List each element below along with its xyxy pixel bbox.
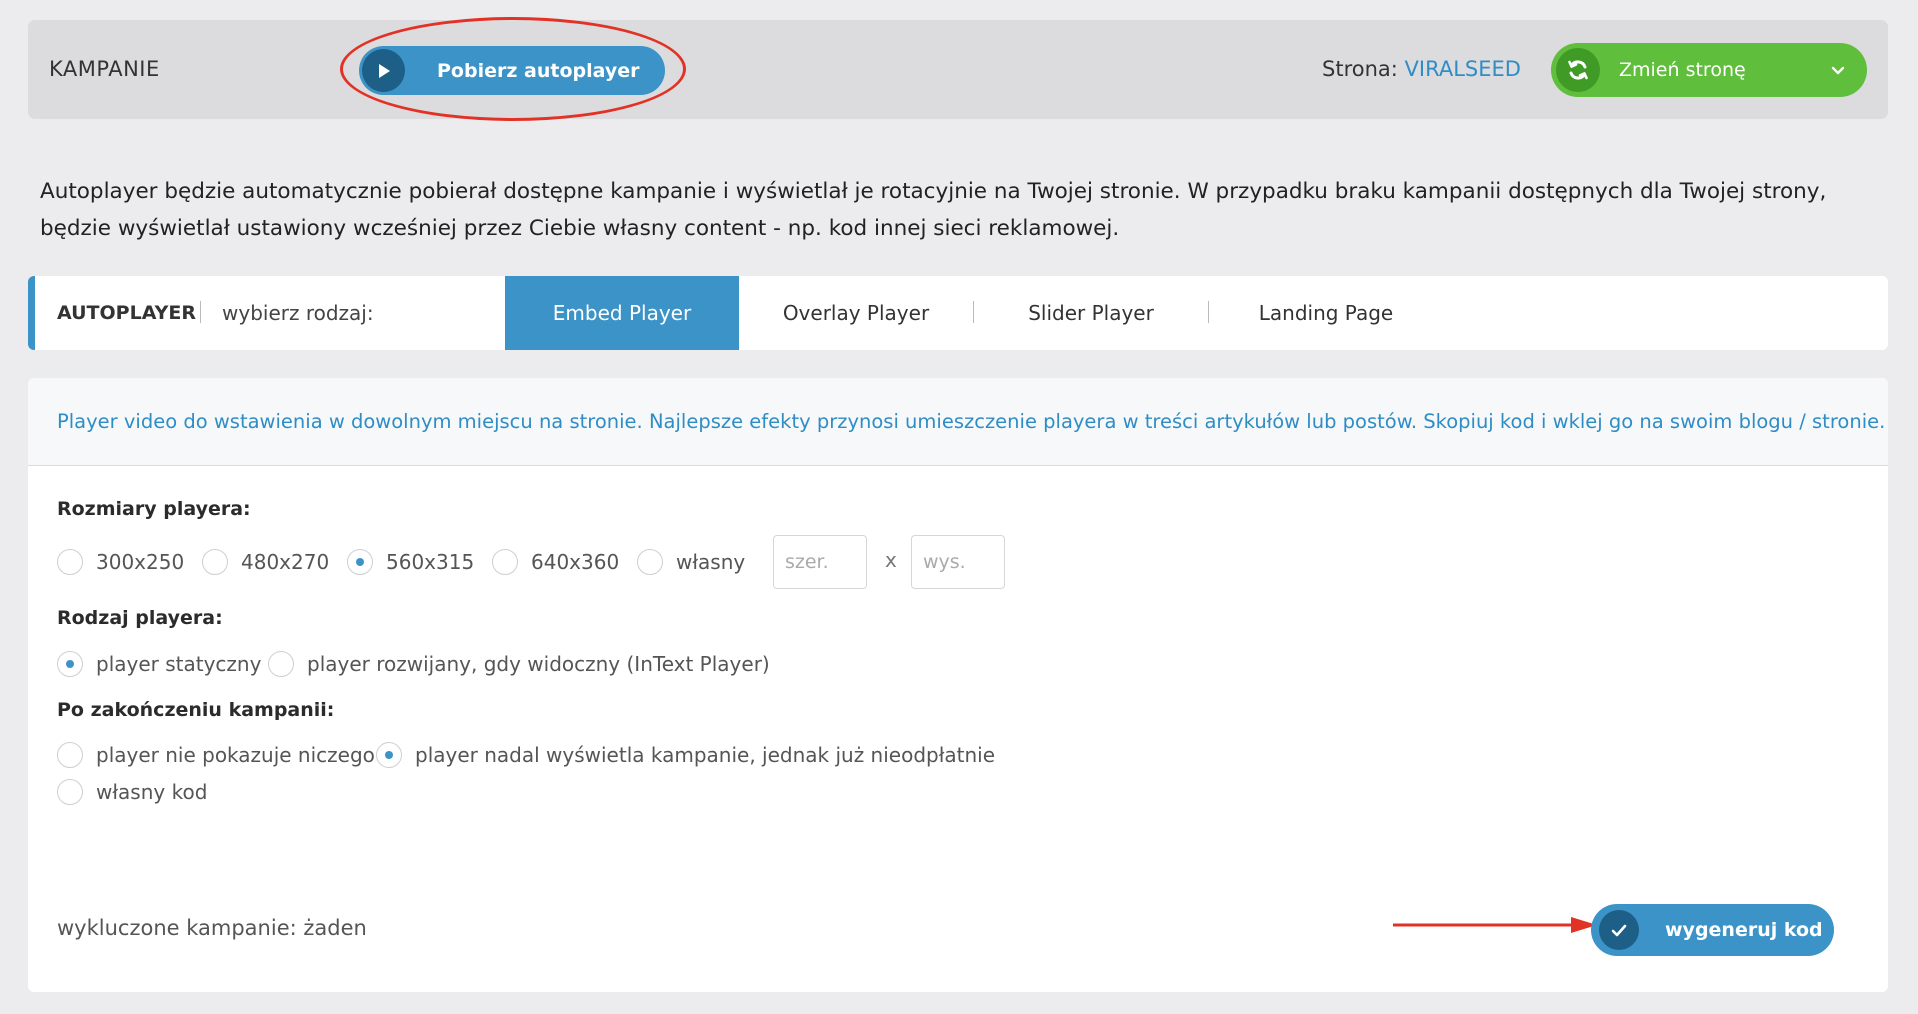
after-campaign-custom-code[interactable]: własny kod <box>57 777 207 807</box>
after-campaign-nothing[interactable]: player nie pokazuje niczego <box>57 740 375 770</box>
radio-button[interactable] <box>57 742 83 768</box>
size-option-label: 300x250 <box>96 550 185 574</box>
sync-icon <box>1556 48 1600 92</box>
site-name-link[interactable]: VIRALSEED <box>1405 57 1521 81</box>
after-campaign-option-label: player nadal wyświetla kampanie, jednak … <box>415 743 996 767</box>
intro-text: Autoplayer będzie automatycznie pobierał… <box>40 179 1827 241</box>
download-autoplayer-button[interactable]: Pobierz autoplayer <box>359 46 665 95</box>
radio-button-selected[interactable] <box>57 651 83 677</box>
tab-landing-page[interactable]: Landing Page <box>1209 276 1443 350</box>
radio-button[interactable] <box>57 779 83 805</box>
download-autoplayer-label: Pobierz autoplayer <box>437 59 640 82</box>
size-option-label: 480x270 <box>241 550 330 574</box>
change-site-label: Zmień stronę <box>1619 59 1746 81</box>
player-type-label: Rodzaj playera: <box>57 607 223 629</box>
change-site-button[interactable]: Zmień stronę <box>1551 43 1867 97</box>
accent-bar <box>28 276 35 350</box>
size-option-label: 560x315 <box>386 550 475 574</box>
size-option-label: własny <box>676 550 746 574</box>
current-site: Strona: VIRALSEED <box>1322 20 1521 119</box>
autoplayer-type-bar: AUTOPLAYER wybierz rodzaj: Embed Player … <box>28 276 1888 350</box>
size-option-custom[interactable]: własny <box>637 547 745 577</box>
after-campaign-option-label: player nie pokazuje niczego <box>96 743 375 767</box>
page: KAMPANIE Pobierz autoplayer Strona: VIRA… <box>0 0 1918 1014</box>
size-option-480x270[interactable]: 480x270 <box>202 547 329 577</box>
header-bar: KAMPANIE Pobierz autoplayer Strona: VIRA… <box>28 17 1888 121</box>
page-title: KAMPANIE <box>49 57 160 81</box>
tab-embed-player[interactable]: Embed Player <box>505 276 739 350</box>
radio-button[interactable] <box>492 549 518 575</box>
chevron-down-icon <box>1831 66 1845 75</box>
radio-button-selected[interactable] <box>347 549 373 575</box>
settings-panel: Player video do wstawienia w dowolnym mi… <box>28 378 1888 992</box>
radio-button[interactable] <box>268 651 294 677</box>
size-option-560x315[interactable]: 560x315 <box>347 547 474 577</box>
player-type-option-label: player statyczny <box>96 652 262 676</box>
radio-button[interactable] <box>57 549 83 575</box>
site-label: Strona: <box>1322 57 1398 81</box>
player-description: Player video do wstawienia w dowolnym mi… <box>57 410 1886 433</box>
excluded-campaigns[interactable]: wykluczone kampanie: żaden <box>57 916 367 940</box>
autoplayer-title: AUTOPLAYER <box>57 302 196 324</box>
radio-button-selected[interactable] <box>376 742 402 768</box>
player-size-label: Rozmiary playera: <box>57 498 251 520</box>
generate-code-button[interactable]: wygeneruj kod <box>1591 904 1834 956</box>
height-input[interactable] <box>911 535 1005 589</box>
tab-slider-player[interactable]: Slider Player <box>974 276 1208 350</box>
play-icon <box>362 49 405 92</box>
player-type-static[interactable]: player statyczny <box>57 649 261 679</box>
player-type-intext[interactable]: player rozwijany, gdy widoczny (InText P… <box>268 649 770 679</box>
player-type-option-label: player rozwijany, gdy widoczny (InText P… <box>307 652 770 676</box>
checkmark-icon <box>1599 910 1639 950</box>
divider <box>200 301 201 323</box>
description-box: Player video do wstawienia w dowolnym mi… <box>28 378 1888 466</box>
choose-type-label: wybierz rodzaj: <box>222 301 374 325</box>
after-campaign-free[interactable]: player nadal wyświetla kampanie, jednak … <box>376 740 995 770</box>
radio-button[interactable] <box>637 549 663 575</box>
size-option-300x250[interactable]: 300x250 <box>57 547 184 577</box>
width-input[interactable] <box>773 535 867 589</box>
after-campaign-label: Po zakończeniu kampanii: <box>57 699 335 721</box>
generate-code-label: wygeneruj kod <box>1665 919 1823 941</box>
arrow-annotation <box>1393 917 1597 933</box>
size-option-640x360[interactable]: 640x360 <box>492 547 619 577</box>
after-campaign-option-label: własny kod <box>96 780 208 804</box>
tab-overlay-player[interactable]: Overlay Player <box>739 276 973 350</box>
radio-button[interactable] <box>202 549 228 575</box>
times-sign: x <box>885 548 897 572</box>
size-option-label: 640x360 <box>531 550 620 574</box>
